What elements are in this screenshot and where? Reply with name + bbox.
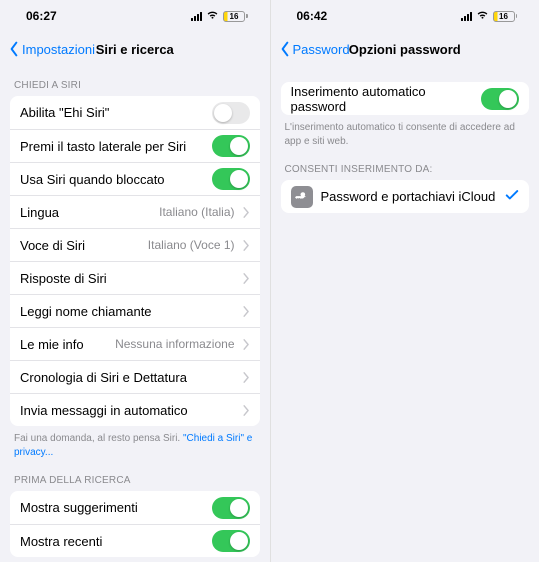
- cellular-icon: [461, 12, 472, 21]
- battery-icon: 16: [223, 11, 248, 22]
- chevron-right-icon: [243, 240, 250, 251]
- back-button[interactable]: Impostazioni: [8, 41, 95, 57]
- chevron-right-icon: [243, 372, 250, 383]
- row-siri-history[interactable]: Cronologia di Siri e Dettatura: [10, 360, 260, 393]
- toggle-siri-locked[interactable]: [212, 168, 250, 190]
- row-hey-siri[interactable]: Abilita "Ehi Siri": [10, 96, 260, 129]
- screen-siri-settings: 06:27 16 Impostazioni Siri e ricerca CHI…: [0, 0, 270, 562]
- row-auto-send-messages[interactable]: Invia messaggi in automatico: [10, 393, 260, 426]
- row-show-recents[interactable]: Mostra recenti: [10, 524, 260, 557]
- row-siri-locked[interactable]: Usa Siri quando bloccato: [10, 162, 260, 195]
- nav-bar: Impostazioni Siri e ricerca: [0, 32, 270, 66]
- status-bar: 06:27 16: [0, 0, 270, 32]
- battery-icon: 16: [493, 11, 518, 22]
- wifi-icon: [476, 10, 489, 23]
- back-label: Impostazioni: [22, 42, 95, 57]
- status-time: 06:42: [297, 9, 328, 23]
- section-footer-autofill: L'inserimento automatico ti consente di …: [271, 115, 539, 150]
- back-label: Password: [293, 42, 350, 57]
- section-footer-siri: Fai una domanda, al resto pensa Siri. "C…: [0, 426, 270, 461]
- chevron-right-icon: [243, 405, 250, 416]
- section-header-before-search: PRIMA DELLA RICERCA: [0, 461, 270, 491]
- status-time: 06:27: [26, 9, 57, 23]
- chevron-right-icon: [243, 339, 250, 350]
- cellular-icon: [191, 12, 202, 21]
- toggle-autofill-passwords[interactable]: [481, 88, 519, 110]
- wifi-icon: [206, 10, 219, 23]
- row-autofill-passwords[interactable]: Inserimento automatico password: [281, 82, 530, 115]
- row-siri-voice[interactable]: Voce di Siri Italiano (Voce 1): [10, 228, 260, 261]
- back-button[interactable]: Password: [279, 41, 350, 57]
- toggle-hey-siri[interactable]: [212, 102, 250, 124]
- chevron-right-icon: [243, 207, 250, 218]
- chevron-right-icon: [243, 306, 250, 317]
- row-language[interactable]: Lingua Italiano (Italia): [10, 195, 260, 228]
- chevron-right-icon: [243, 273, 250, 284]
- check-icon: [505, 188, 519, 206]
- section-header-allow-from: CONSENTI INSERIMENTO DA:: [271, 150, 539, 180]
- row-announce-caller[interactable]: Leggi nome chiamante: [10, 294, 260, 327]
- toggle-show-suggestions[interactable]: [212, 497, 250, 519]
- row-my-info[interactable]: Le mie info Nessuna informazione: [10, 327, 260, 360]
- status-bar: 06:42 16: [271, 0, 539, 32]
- toggle-side-button[interactable]: [212, 135, 250, 157]
- key-icon: [291, 186, 313, 208]
- row-siri-responses[interactable]: Risposte di Siri: [10, 261, 260, 294]
- section-header-apple-content: CONTENUTI DA APPLE: [0, 557, 270, 562]
- row-show-suggestions[interactable]: Mostra suggerimenti: [10, 491, 260, 524]
- section-header-siri: CHIEDI A SIRI: [0, 66, 270, 96]
- row-icloud-keychain[interactable]: Password e portachiavi iCloud: [281, 180, 530, 213]
- chevron-left-icon: [8, 41, 20, 57]
- row-side-button-siri[interactable]: Premi il tasto laterale per Siri: [10, 129, 260, 162]
- screen-password-options: 06:42 16 Password Opzioni password: [270, 0, 539, 562]
- toggle-show-recents[interactable]: [212, 530, 250, 552]
- chevron-left-icon: [279, 41, 291, 57]
- nav-bar: Password Opzioni password: [271, 32, 539, 66]
